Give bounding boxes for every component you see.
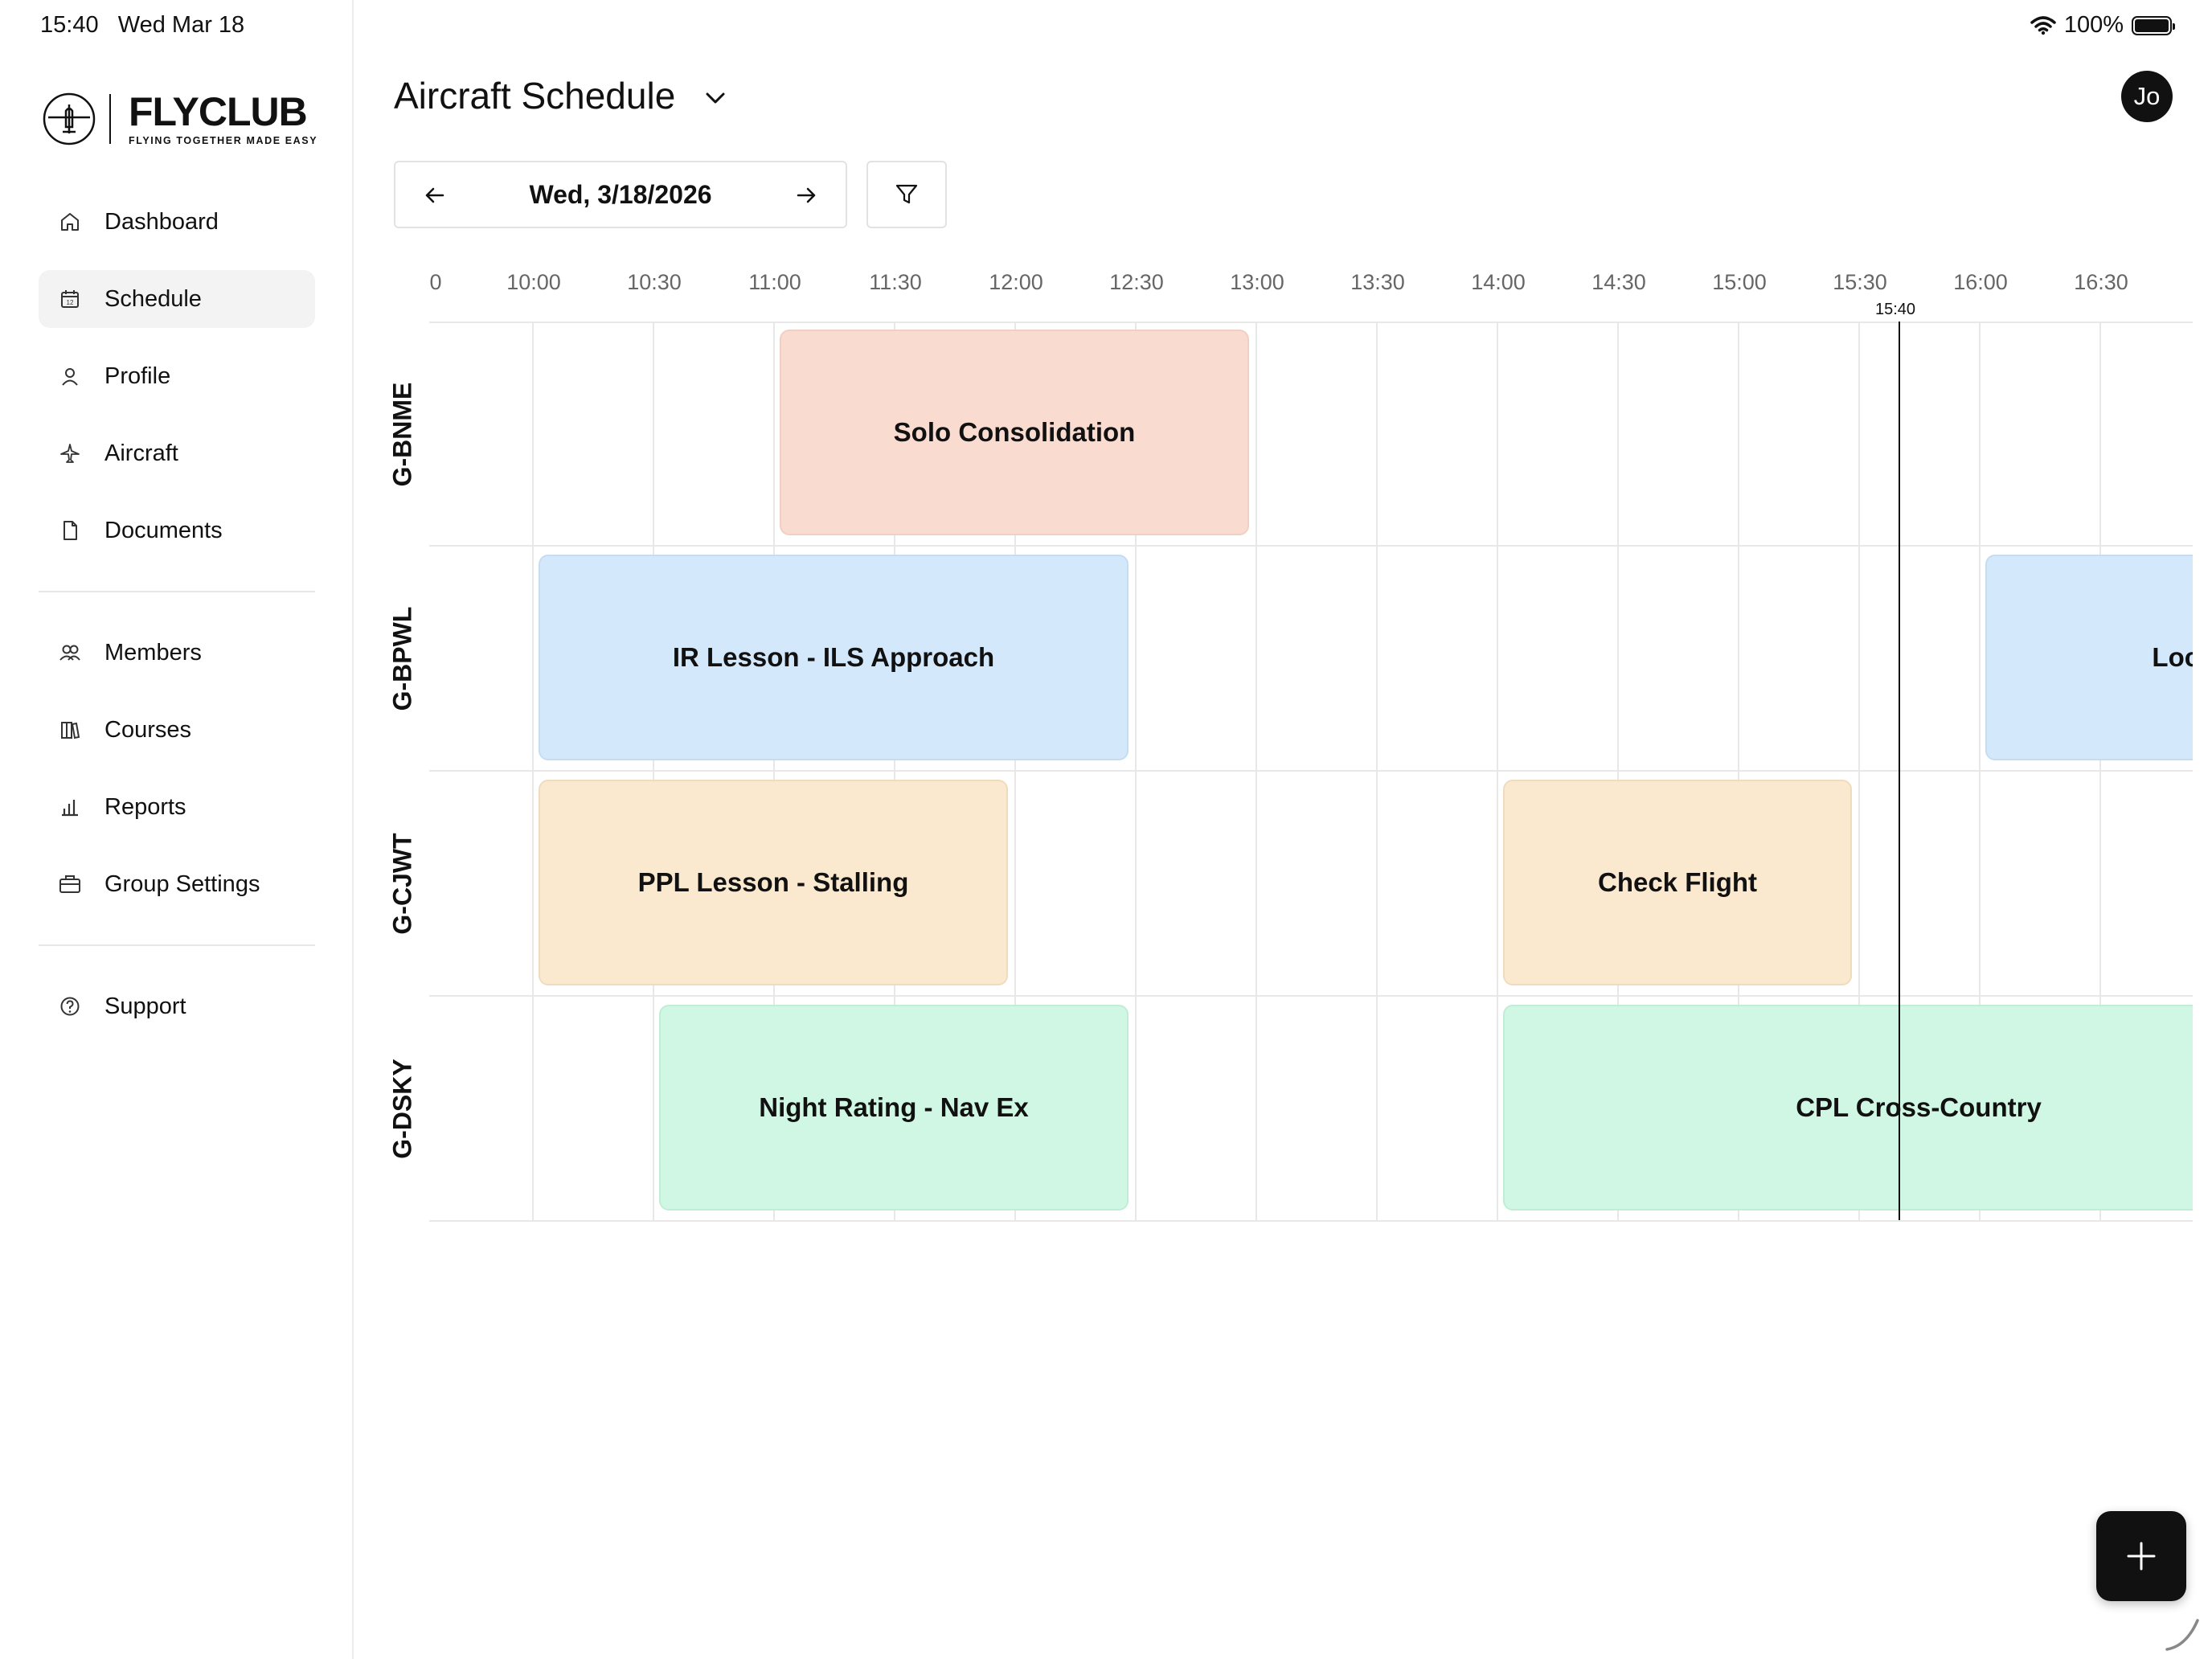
sidebar-item-label: Support [104, 993, 186, 1019]
booking-block[interactable]: Solo Consolidation [780, 330, 1249, 535]
sidebar-item-group-settings[interactable]: Group Settings [39, 855, 315, 913]
time-axis-label: 10:00 [506, 270, 561, 294]
bar-chart-icon [58, 795, 82, 819]
briefcase-icon [58, 872, 82, 896]
aircraft-label: G-DSKY [387, 1058, 417, 1159]
logo-divider [109, 94, 111, 144]
time-axis-label: 11:30 [869, 270, 922, 294]
time-axis-label: 14:00 [1471, 270, 1526, 294]
sidebar-item-reports[interactable]: Reports [39, 778, 315, 836]
logo-brand: FLYCLUB [129, 89, 308, 134]
aircraft-label: G-CJWT [387, 832, 417, 935]
sidebar-item-schedule[interactable]: 12 Schedule [39, 270, 315, 328]
aircraft-label: G-BPWL [387, 606, 417, 711]
sidebar-item-documents[interactable]: Documents [39, 502, 315, 559]
sidebar-item-profile[interactable]: Profile [39, 347, 315, 405]
sidebar-item-label: Group Settings [104, 870, 260, 897]
add-booking-button[interactable] [2096, 1511, 2186, 1601]
booking-block[interactable]: Local Flight [1985, 555, 2193, 760]
resize-handle-icon[interactable] [2162, 1614, 2201, 1653]
home-icon [58, 210, 82, 234]
filter-icon [895, 184, 918, 204]
sidebar-divider [39, 591, 315, 592]
current-time-label: 15:40 [1874, 301, 1916, 318]
booking-block[interactable]: Check Flight [1503, 780, 1852, 985]
current-date[interactable]: Wed, 3/18/2026 [395, 180, 846, 210]
arrow-right-icon [797, 187, 816, 203]
books-icon [58, 718, 82, 742]
filter-button[interactable] [866, 161, 947, 228]
booking-block[interactable]: Night Rating - Nav Ex [659, 1005, 1129, 1210]
booking-block[interactable]: IR Lesson - ILS Approach [539, 555, 1129, 760]
sidebar-divider [39, 944, 315, 946]
time-axis-label: 13:00 [1230, 270, 1284, 294]
battery-percent: 100% [2063, 12, 2124, 38]
status-right: 100% [2030, 12, 2175, 39]
logo-tagline: FLYING TOGETHER MADE EASY [129, 135, 318, 146]
booking-block[interactable]: CPL Cross-Country [1503, 1005, 2193, 1210]
help-circle-icon [58, 994, 82, 1018]
time-axis-label: 15:00 [1712, 270, 1767, 294]
time-axis-label: 16:00 [1953, 270, 2008, 294]
sidebar-item-label: Documents [104, 517, 223, 543]
time-axis-label: 16:30 [2074, 270, 2128, 294]
plus-icon [2127, 1542, 2156, 1571]
sidebar-item-aircraft[interactable]: Aircraft [39, 424, 315, 482]
sidebar-item-label: Aircraft [104, 440, 178, 466]
plane-logo-icon [43, 92, 96, 145]
time-axis-label: 15:30 [1833, 270, 1887, 294]
time-axis-label: 10:30 [627, 270, 682, 294]
next-day-button[interactable] [789, 178, 823, 212]
aircraft-label: G-BNME [387, 382, 417, 486]
sidebar-item-label: Reports [104, 793, 186, 820]
svg-text:12: 12 [67, 299, 74, 306]
sidebar: FLYCLUB FLYING TOGETHER MADE EASY Dashbo… [0, 0, 354, 1659]
time-axis-label: 14:30 [1591, 270, 1646, 294]
schedule-grid: Solo Consolidation IR Lesson - ILS Appro… [429, 322, 2193, 1222]
current-time-indicator [1899, 322, 1900, 1220]
user-icon [58, 364, 82, 388]
time-axis-label: 0 [429, 270, 442, 294]
sidebar-item-label: Schedule [104, 285, 202, 312]
chevron-down-icon[interactable] [701, 84, 730, 113]
time-axis-label: 12:30 [1109, 270, 1164, 294]
sidebar-item-label: Courses [104, 716, 191, 743]
avatar[interactable]: Jo [2121, 71, 2173, 122]
users-icon [58, 641, 82, 665]
sidebar-item-support[interactable]: Support [39, 977, 315, 1035]
booking-block[interactable]: PPL Lesson - Stalling [539, 780, 1008, 985]
sidebar-item-courses[interactable]: Courses [39, 701, 315, 759]
plane-icon [58, 441, 82, 465]
page-title: Aircraft Schedule [394, 75, 676, 117]
calendar-icon: 12 [58, 287, 82, 311]
wifi-icon [2030, 15, 2056, 35]
battery-icon [2132, 15, 2175, 35]
sidebar-item-label: Profile [104, 363, 171, 389]
date-navigator: Wed, 3/18/2026 [394, 161, 847, 228]
document-icon [58, 518, 82, 543]
sidebar-item-label: Members [104, 639, 202, 666]
time-axis-label: 11:00 [748, 270, 801, 294]
sidebar-item-label: Dashboard [104, 208, 219, 235]
time-axis-label: 12:00 [989, 270, 1043, 294]
flyclub-logo[interactable]: FLYCLUB FLYING TOGETHER MADE EASY [42, 92, 317, 146]
sidebar-item-dashboard[interactable]: Dashboard [39, 193, 315, 251]
time-axis-label: 13:30 [1350, 270, 1405, 294]
sidebar-item-members[interactable]: Members [39, 624, 315, 682]
